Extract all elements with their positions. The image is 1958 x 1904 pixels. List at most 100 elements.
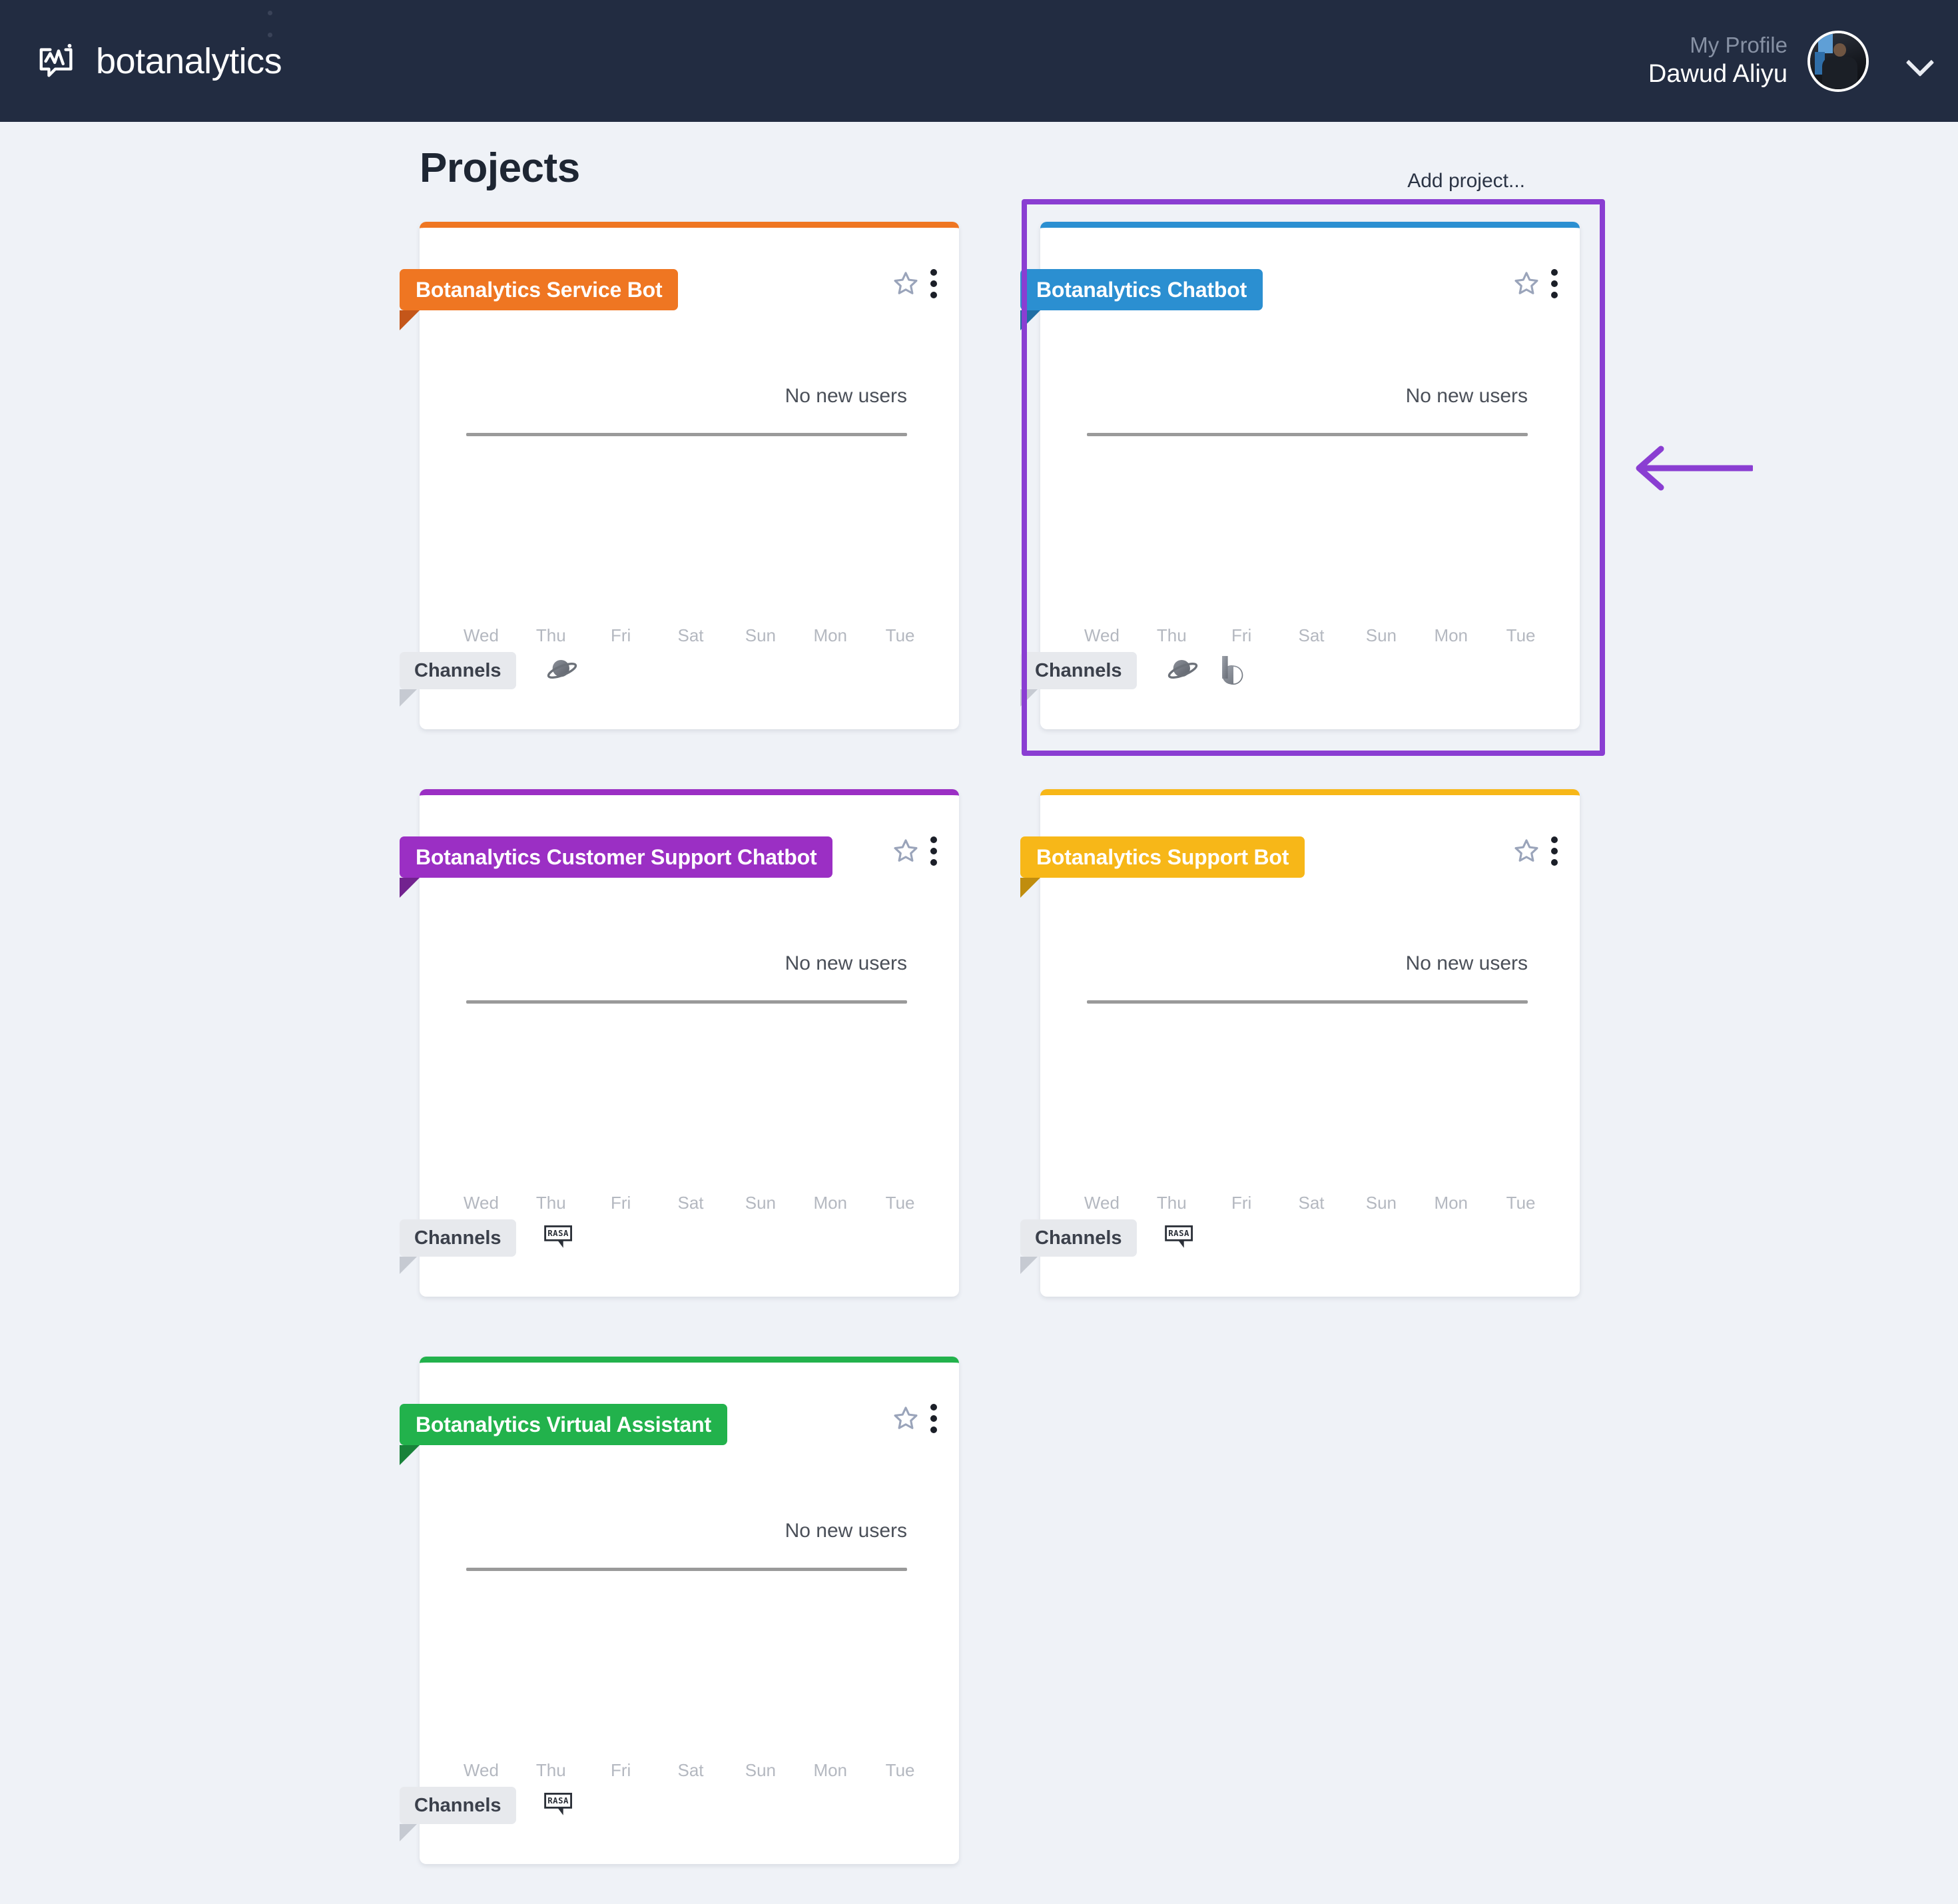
topbar-kebab-icon[interactable] (266, 11, 273, 37)
rasa-icon[interactable]: RASA (543, 1225, 575, 1251)
svg-text:RASA: RASA (547, 1229, 569, 1238)
project-title-tag[interactable]: Botanalytics Service Bot (400, 269, 679, 330)
card-kebab-menu-icon[interactable] (1550, 836, 1558, 866)
axis-label: Sat (677, 1193, 704, 1213)
channels-badge: Channels (1020, 1219, 1137, 1274)
axis-label: Tue (885, 1193, 915, 1213)
card-kebab-menu-icon[interactable] (930, 1404, 938, 1433)
project-card[interactable]: Botanalytics Chatbot No new users Wed Thu… (1020, 222, 1580, 729)
channels-label: Channels (414, 1794, 501, 1816)
card-kebab-menu-icon[interactable] (1550, 269, 1558, 298)
card-actions (891, 836, 938, 866)
project-name: Botanalytics Chatbot (1036, 277, 1247, 302)
favorite-star-button[interactable] (891, 836, 920, 866)
favorite-star-button[interactable] (1512, 836, 1541, 866)
project-card-slot: Botanalytics Chatbot No new users Wed Thu… (1020, 222, 1580, 729)
project-title-tag[interactable]: Botanalytics Customer Support Chatbot (400, 836, 833, 898)
top-navigation-bar: botanalytics My Profile Dawud Aliyu (0, 0, 1958, 122)
channels-fold (400, 689, 417, 707)
profile-label: My Profile (1690, 33, 1788, 58)
chart-baseline (466, 1568, 907, 1571)
project-title-tag[interactable]: Botanalytics Virtual Assistant (400, 1404, 727, 1465)
new-users-chart: No new users Wed Thu Fri Sat Sun Mon Tue (420, 328, 959, 645)
axis-label: Thu (535, 1193, 566, 1213)
favorite-star-button[interactable] (891, 269, 920, 298)
page-header: Projects Add project... (420, 122, 1578, 222)
channel-icons: RASA (1164, 1225, 1195, 1251)
channels-fold (400, 1824, 417, 1841)
chart-empty-note: No new users (1405, 385, 1528, 407)
project-card[interactable]: Botanalytics Customer Support Chatbot No… (400, 789, 959, 1297)
chart-x-axis: Wed Thu Fri Sat Sun Mon Tue (1067, 1193, 1556, 1213)
channels-label: Channels (1035, 659, 1122, 681)
axis-label: Wed (463, 625, 499, 645)
svg-text:RASA: RASA (1168, 1229, 1189, 1238)
add-project-button[interactable]: Add project... (1407, 170, 1525, 192)
axis-label: Tue (885, 625, 915, 645)
chart-empty-note: No new users (1405, 952, 1528, 974)
axis-label: Mon (1434, 1193, 1468, 1213)
project-name: Botanalytics Support Bot (1036, 844, 1289, 869)
card-kebab-menu-icon[interactable] (930, 836, 938, 866)
channels-fold (1020, 1257, 1038, 1274)
favorite-star-button[interactable] (1512, 269, 1541, 298)
new-users-chart: No new users Wed Thu Fri Sat Sun Mon Tue (420, 895, 959, 1213)
page-body: Projects Add project... Botanalytics Ser… (0, 122, 1958, 1904)
chevron-down-icon[interactable] (1909, 50, 1931, 73)
axis-label: Sun (745, 1760, 776, 1780)
bixby-icon[interactable] (1215, 653, 1251, 689)
projects-grid: Botanalytics Service Bot No new users We… (400, 199, 1755, 1904)
project-card[interactable]: Botanalytics Service Bot No new users We… (400, 222, 959, 729)
rasa-icon[interactable]: RASA (1164, 1225, 1195, 1251)
project-card[interactable]: Botanalytics Support Bot No new users We… (1020, 789, 1580, 1297)
botanalytics-logo-icon (37, 41, 79, 82)
axis-label: Sun (745, 1193, 776, 1213)
dialogflow-icon[interactable] (544, 653, 580, 689)
project-card-slot: Botanalytics Customer Support Chatbot No… (400, 789, 959, 1297)
channels-row: Channels RASA (400, 1219, 575, 1274)
axis-label: Tue (1506, 625, 1536, 645)
star-outline-icon (1514, 839, 1538, 862)
chart-baseline (466, 433, 907, 436)
axis-label: Thu (535, 1760, 566, 1780)
page-title: Projects (420, 145, 580, 191)
favorite-star-button[interactable] (891, 1404, 920, 1433)
project-name: Botanalytics Service Bot (416, 277, 663, 302)
star-outline-icon (894, 272, 918, 294)
project-name: Botanalytics Virtual Assistant (416, 1412, 711, 1436)
dialogflow-icon[interactable] (1165, 653, 1201, 689)
chart-empty-note: No new users (785, 952, 907, 974)
project-card[interactable]: Botanalytics Virtual Assistant No new us… (400, 1357, 959, 1864)
new-users-chart: No new users Wed Thu Fri Sat Sun Mon Tue (420, 1462, 959, 1780)
axis-label: Thu (535, 625, 566, 645)
axis-label: Fri (1231, 1193, 1252, 1213)
brand-name: botanalytics (96, 41, 282, 81)
axis-label: Thu (1156, 625, 1187, 645)
axis-label: Sat (677, 625, 704, 645)
rasa-icon[interactable]: RASA (543, 1793, 575, 1818)
channels-badge: Channels (400, 1787, 516, 1841)
tag-fold (1020, 878, 1040, 898)
axis-label: Sun (745, 625, 776, 645)
axis-label: Fri (1231, 625, 1252, 645)
profile-menu[interactable]: My Profile Dawud Aliyu (1648, 30, 1931, 92)
avatar[interactable] (1807, 30, 1869, 92)
card-actions (1512, 836, 1558, 866)
project-title-tag[interactable]: Botanalytics Chatbot (1020, 269, 1263, 330)
axis-label: Wed (1084, 1193, 1120, 1213)
chart-empty-note: No new users (785, 1520, 907, 1542)
channels-badge: Channels (400, 652, 516, 707)
svg-text:RASA: RASA (547, 1796, 569, 1805)
axis-label: Wed (463, 1193, 499, 1213)
brand[interactable]: botanalytics (37, 41, 282, 82)
star-outline-icon (894, 839, 918, 862)
channel-icons (544, 653, 580, 689)
axis-label: Wed (1084, 625, 1120, 645)
channel-icons (1165, 653, 1251, 689)
project-title-tag[interactable]: Botanalytics Support Bot (1020, 836, 1305, 898)
profile-text: My Profile Dawud Aliyu (1648, 32, 1788, 90)
project-card-slot: Botanalytics Service Bot No new users We… (400, 222, 959, 729)
card-kebab-menu-icon[interactable] (930, 269, 938, 298)
tag-fold (400, 1445, 420, 1465)
chart-empty-note: No new users (785, 385, 907, 407)
